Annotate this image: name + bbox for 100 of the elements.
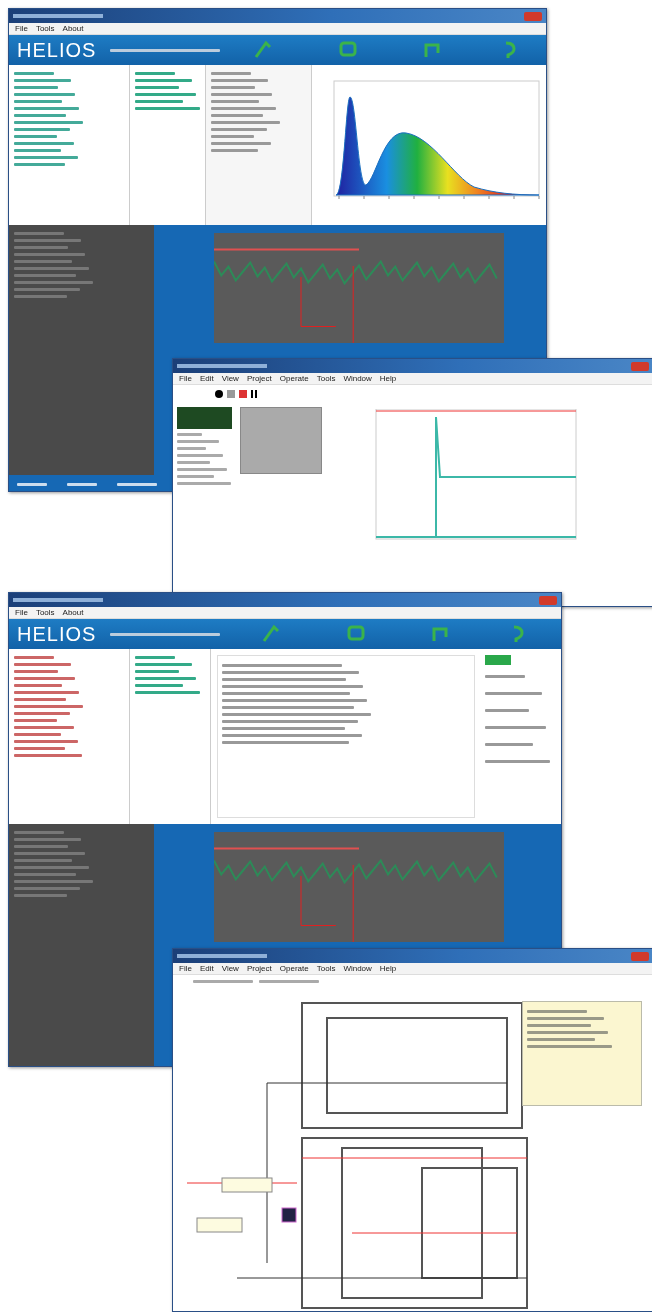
menu-item[interactable]: View — [221, 964, 239, 973]
blurred-text-line — [177, 440, 219, 443]
blurred-text-line — [14, 114, 66, 117]
blurred-text-line — [177, 461, 210, 464]
blurred-text-line — [527, 1010, 587, 1013]
blurred-text-line — [135, 691, 200, 694]
blurred-text-line — [211, 149, 258, 152]
blurred-text-line — [177, 482, 231, 485]
blurred-text-line — [14, 246, 68, 249]
blurred-text-line — [14, 705, 83, 708]
menu-item[interactable]: Operate — [279, 374, 309, 383]
menu-item[interactable]: Help — [379, 964, 397, 973]
menu-item[interactable]: Window — [343, 964, 372, 973]
led-display — [177, 407, 232, 429]
menu-item[interactable]: View — [221, 374, 239, 383]
blurred-text-line — [135, 86, 179, 89]
blurred-text-line — [14, 691, 79, 694]
blurred-text-line — [117, 483, 157, 486]
menu-item[interactable]: File — [179, 964, 192, 973]
blurred-text-line — [14, 260, 72, 263]
blurred-text-line — [14, 894, 67, 897]
menu-item[interactable]: Tools — [35, 24, 55, 33]
blurred-text-line — [135, 677, 196, 680]
blurred-text-line — [14, 754, 82, 757]
menu-item[interactable]: Tools — [316, 964, 336, 973]
menu-item[interactable]: File — [179, 374, 192, 383]
blurred-text-line — [485, 709, 529, 712]
blurred-text-line — [527, 1024, 591, 1027]
menu-item[interactable]: Edit — [199, 964, 214, 973]
blurred-text-line — [14, 852, 85, 855]
menu-item[interactable]: File — [15, 24, 28, 33]
blurred-text-line — [135, 684, 183, 687]
blurred-text-line — [14, 698, 66, 701]
menu-item[interactable]: Tools — [316, 374, 336, 383]
blurred-text-line — [14, 873, 76, 876]
menu-item[interactable]: About — [62, 608, 84, 617]
blurred-text-line — [14, 135, 57, 138]
close-button[interactable] — [631, 361, 649, 371]
blurred-text-line — [193, 980, 253, 983]
blurred-text-line — [14, 79, 71, 82]
blurred-text-line — [135, 79, 192, 82]
menu-item[interactable]: Project — [246, 964, 272, 973]
menu-item[interactable]: Edit — [199, 374, 214, 383]
blurred-text-line — [485, 760, 550, 763]
blurred-text-line — [177, 468, 227, 471]
blurred-text-line — [211, 142, 271, 145]
close-button[interactable] — [539, 595, 557, 605]
blurred-text-line — [211, 128, 267, 131]
menu-item[interactable]: File — [15, 608, 28, 617]
blurred-text-line — [14, 142, 74, 145]
blurred-text-line — [259, 980, 319, 983]
menu-item[interactable]: Project — [246, 374, 272, 383]
blurred-text-line — [14, 86, 58, 89]
menu-item[interactable]: About — [62, 24, 84, 33]
menu-item[interactable]: Help — [379, 374, 397, 383]
blurred-text-line — [14, 72, 54, 75]
blurred-text-line — [177, 433, 202, 436]
blurred-text-line — [211, 107, 276, 110]
blurred-text-line — [211, 135, 254, 138]
blurred-text-line — [14, 163, 65, 166]
status-indicator — [485, 655, 511, 665]
blurred-text-line — [14, 128, 70, 131]
blurred-text-line — [485, 675, 525, 678]
blurred-text-line — [211, 86, 255, 89]
menu-item[interactable]: Window — [343, 374, 372, 383]
blurred-text-line — [211, 121, 280, 124]
blurred-text-line — [14, 747, 65, 750]
blurred-text-line — [211, 100, 259, 103]
blurred-text-line — [14, 677, 75, 680]
menu-item[interactable]: Operate — [279, 964, 309, 973]
blurred-text-line — [14, 156, 78, 159]
blurred-text-line — [14, 726, 74, 729]
blurred-text-line — [211, 93, 272, 96]
blurred-text-line — [14, 719, 57, 722]
blurred-text-line — [177, 454, 223, 457]
blurred-text-line — [14, 100, 62, 103]
blurred-text-line — [14, 107, 79, 110]
blurred-text-line — [211, 79, 268, 82]
app-logo: HELIOS — [17, 622, 97, 646]
blurred-text-line — [177, 475, 214, 478]
blurred-text-line — [14, 239, 81, 242]
blurred-text-line — [135, 107, 200, 110]
blurred-text-line — [14, 733, 61, 736]
blurred-text-line — [135, 670, 179, 673]
blurred-text-line — [14, 831, 64, 834]
app-logo: HELIOS — [17, 38, 97, 62]
blurred-text-line — [14, 149, 61, 152]
blurred-text-line — [135, 72, 175, 75]
blurred-text-line — [14, 274, 76, 277]
blurred-text-line — [14, 887, 80, 890]
close-button[interactable] — [631, 951, 649, 961]
blurred-text-line — [14, 232, 64, 235]
blurred-text-line — [14, 838, 81, 841]
close-button[interactable] — [524, 11, 542, 21]
menu-item[interactable]: Tools — [35, 608, 55, 617]
blurred-text-line — [14, 740, 78, 743]
blurred-text-line — [14, 663, 71, 666]
blurred-text-line — [14, 845, 68, 848]
blurred-text-line — [135, 93, 196, 96]
blurred-text-line — [177, 447, 206, 450]
